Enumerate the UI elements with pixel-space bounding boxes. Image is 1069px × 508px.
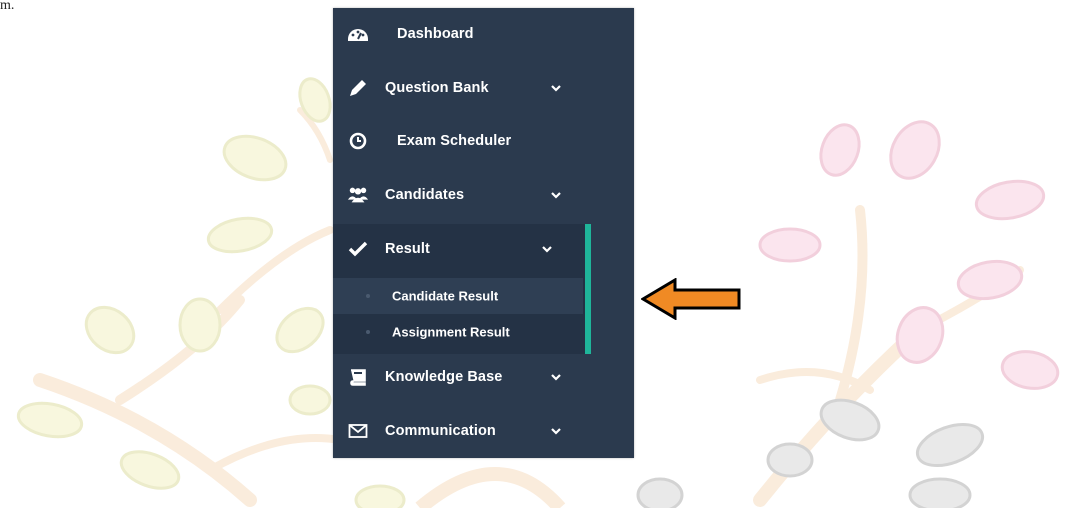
corner-text-fragment: m.: [0, 0, 15, 13]
sidebar-item-label: Candidates: [385, 187, 465, 203]
sidebar-item-communication[interactable]: Communication: [333, 411, 634, 451]
envelope-icon: [347, 420, 369, 442]
chevron-down-icon: [551, 192, 561, 199]
sidebar-item-question-bank[interactable]: Question Bank: [333, 68, 634, 108]
sidebar-item-label: Exam Scheduler: [397, 133, 512, 149]
sidebar-item-dashboard[interactable]: Dashboard: [333, 14, 634, 54]
active-indicator-bar: [585, 224, 591, 354]
chevron-down-icon: [551, 85, 561, 92]
submenu-item-label: Candidate Result: [392, 288, 499, 304]
sidebar-item-label: Dashboard: [397, 26, 474, 42]
chevron-down-icon: [551, 428, 561, 435]
submenu-item-assignment-result[interactable]: Assignment Result: [333, 314, 583, 350]
sidebar-item-exam-scheduler[interactable]: Exam Scheduler: [333, 121, 634, 161]
pencil-icon: [347, 77, 369, 99]
bullet-dot-icon: [366, 294, 370, 298]
sidebar-item-label: Communication: [385, 423, 496, 439]
submenu-item-label: Assignment Result: [392, 324, 510, 340]
chevron-down-icon: [551, 374, 561, 381]
sidebar-item-knowledge-base[interactable]: Knowledge Base: [333, 357, 634, 397]
sidebar-item-label: Knowledge Base: [385, 369, 503, 385]
dashboard-icon: [347, 23, 369, 45]
sidebar-item-label: Result: [385, 241, 430, 257]
sidebar-item-label: Question Bank: [385, 80, 489, 96]
left-arrow-icon: [641, 278, 741, 320]
book-icon: [347, 366, 369, 388]
check-icon: [347, 238, 369, 260]
bullet-dot-icon: [366, 330, 370, 334]
sidebar-item-candidates[interactable]: Candidates: [333, 175, 634, 215]
sidebar-menu: Dashboard Question Bank Exam Scheduler C…: [333, 8, 634, 458]
clock-icon: [347, 130, 369, 152]
submenu-item-candidate-result[interactable]: Candidate Result: [333, 278, 583, 314]
chevron-down-icon: [542, 246, 552, 253]
users-icon: [347, 184, 369, 206]
